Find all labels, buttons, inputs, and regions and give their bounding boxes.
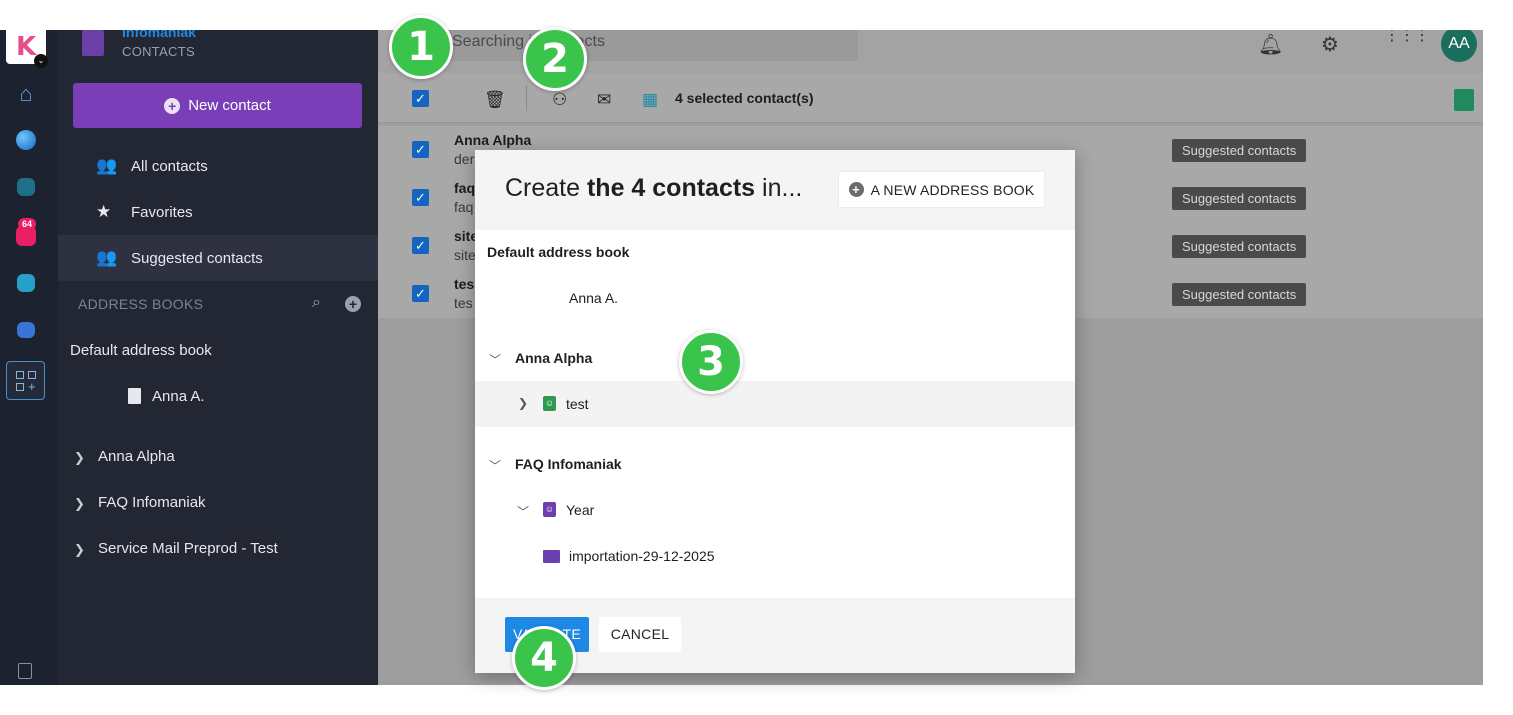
select-all-checkbox[interactable]: ✓	[412, 90, 429, 107]
dialog-title: Create the 4 contacts in...	[505, 174, 803, 202]
mail-icon[interactable]: 64	[16, 218, 37, 246]
nav-label: Favorites	[131, 203, 193, 221]
status-badge: Suggested contacts	[1172, 283, 1307, 306]
chevron-down-icon[interactable]: ﹀	[489, 351, 501, 368]
callout-marker-2: 2	[523, 27, 587, 91]
suggested-people-icon: 👥	[96, 248, 118, 267]
contact-name: faq	[454, 180, 475, 196]
create-contacts-dialog: Create the 4 contacts in... + A NEW ADDR…	[475, 150, 1075, 673]
contact-sub: faq	[454, 199, 474, 215]
chevron-down-icon[interactable]: ﹀	[489, 457, 501, 474]
feedback-icon[interactable]	[18, 663, 32, 679]
calendar-icon[interactable]	[17, 274, 35, 292]
new-address-book-label: A NEW ADDRESS BOOK	[870, 181, 1035, 198]
group-anna-alpha[interactable]: Anna Alpha	[515, 350, 592, 366]
add-address-book-icon[interactable]: +	[345, 296, 361, 312]
group-faq-infomaniak[interactable]: FAQ Infomaniak	[515, 456, 622, 472]
new-contact-button[interactable]: + New contact	[73, 83, 362, 128]
app-rail: K ⌄ ⌂ 64 +	[0, 30, 58, 685]
contact-sub: site	[454, 247, 476, 263]
drive-icon[interactable]	[17, 322, 35, 338]
row-checkbox[interactable]: ✓	[412, 141, 429, 158]
group-service-mail[interactable]: Service Mail Preprod - Test	[98, 540, 278, 557]
callout-marker-1: 1	[389, 15, 453, 79]
search-input[interactable]: Searching in contacts	[440, 30, 858, 61]
dialog-header: Create the 4 contacts in... + A NEW ADDR…	[475, 150, 1075, 230]
search-icon[interactable]: ⌕	[312, 294, 321, 312]
callout-marker-3: 3	[679, 330, 743, 394]
trash-icon[interactable]: 🗑︎	[484, 90, 506, 110]
callout-marker-4: 4	[512, 626, 576, 690]
home-icon[interactable]: ⌂	[14, 82, 38, 106]
calendar-add-icon[interactable]: ▦	[642, 90, 658, 110]
book-test: test	[566, 396, 589, 412]
logo-letter: K	[16, 32, 37, 62]
default-address-book[interactable]: Default address book	[70, 342, 212, 359]
nav-label: Suggested contacts	[131, 249, 263, 267]
default-address-book-heading: Default address book	[487, 244, 630, 260]
mail-badge: 64	[18, 218, 37, 230]
address-book-icon: ☺	[543, 502, 556, 517]
row-checkbox[interactable]: ✓	[412, 285, 429, 302]
default-owner-option[interactable]: Anna A.	[569, 290, 618, 306]
group-anna-alpha[interactable]: Anna Alpha	[98, 448, 175, 465]
chevron-down-icon: ⌄	[34, 54, 48, 68]
nav-favorites[interactable]: ★ Favorites	[58, 189, 378, 235]
cancel-button[interactable]: CANCEL	[599, 617, 681, 652]
address-books-header: ADDRESS BOOKS	[78, 296, 204, 312]
sidebar: Infomaniak CONTACTS + New contact 👥 All …	[58, 30, 378, 685]
contact-sub: tes	[454, 295, 473, 311]
avatar[interactable]: AA	[1441, 30, 1477, 62]
toolbar-divider	[526, 85, 527, 111]
contact-sub: der	[454, 151, 475, 167]
chevron-right-icon[interactable]: ❯	[74, 450, 85, 466]
add-app-button[interactable]: +	[6, 361, 45, 400]
contact-card-icon	[128, 388, 141, 404]
app-grid-icon[interactable]: ⋮⋮⋮	[1384, 30, 1430, 44]
row-checkbox[interactable]: ✓	[412, 237, 429, 254]
contacts-book-icon	[82, 30, 104, 56]
contact-name: tes	[454, 276, 475, 292]
status-badge: Suggested contacts	[1172, 235, 1307, 258]
status-badge: Suggested contacts	[1172, 187, 1307, 210]
group-faq-infomaniak[interactable]: FAQ Infomaniak	[98, 494, 206, 511]
nav-label: All contacts	[131, 157, 208, 175]
chevron-right-icon[interactable]: ❯	[74, 496, 85, 512]
brand-subtitle: CONTACTS	[122, 44, 195, 59]
book-year[interactable]: Year	[566, 502, 594, 518]
assign-contact-icon[interactable]: ⚇	[552, 90, 567, 110]
new-address-book-button[interactable]: + A NEW ADDRESS BOOK	[838, 171, 1045, 208]
nav-suggested-contacts[interactable]: 👥 Suggested contacts	[58, 235, 378, 281]
folder-icon	[543, 550, 560, 563]
selected-book-row[interactable]: ❯ ☺ test	[475, 381, 1075, 427]
new-contact-label: New contact	[188, 97, 271, 114]
kchat-icon[interactable]	[17, 178, 35, 196]
address-book-icon: ☺	[543, 396, 556, 411]
brand-title: Infomaniak	[122, 30, 196, 40]
people-icon: 👥	[96, 156, 118, 175]
folder-importation[interactable]: importation-29-12-2025	[569, 548, 715, 564]
check-badge-icon[interactable]	[1454, 89, 1474, 111]
default-owner[interactable]: Anna A.	[152, 388, 205, 405]
kdrive-logo[interactable]: K ⌄	[6, 30, 48, 68]
star-icon: ★	[96, 202, 112, 221]
globe-icon[interactable]	[16, 130, 36, 150]
status-badge: Suggested contacts	[1172, 139, 1307, 162]
bell-icon[interactable]: 🔔︎	[1258, 32, 1283, 57]
plus-icon: +	[848, 182, 864, 197]
plus-icon: +	[164, 97, 181, 114]
row-checkbox[interactable]: ✓	[412, 189, 429, 206]
send-mail-icon[interactable]: ✉	[597, 90, 611, 110]
gear-icon[interactable]: ⚙	[1321, 32, 1339, 57]
contact-name: Anna Alpha	[454, 132, 532, 148]
nav-all-contacts[interactable]: 👥 All contacts	[58, 143, 378, 189]
selected-count: 4 selected contact(s)	[675, 90, 814, 106]
chevron-right-icon[interactable]: ❯	[518, 396, 528, 410]
chevron-right-icon[interactable]: ❯	[74, 542, 85, 558]
chevron-down-icon[interactable]: ﹀	[517, 503, 529, 520]
